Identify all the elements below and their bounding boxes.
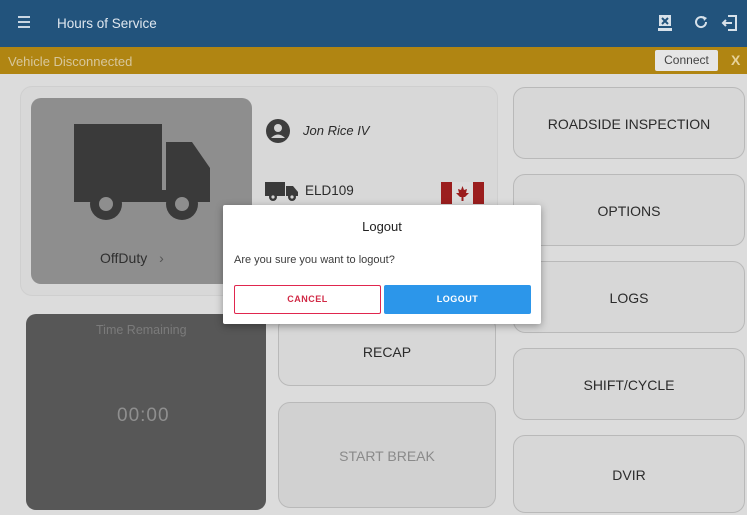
dialog-message: Are you sure you want to logout? <box>234 254 395 266</box>
cancel-button[interactable]: CANCEL <box>234 285 381 314</box>
logout-button[interactable]: LOGOUT <box>384 285 531 314</box>
logout-dialog: Logout Are you sure you want to logout? … <box>223 205 541 324</box>
dialog-title: Logout <box>362 219 402 234</box>
